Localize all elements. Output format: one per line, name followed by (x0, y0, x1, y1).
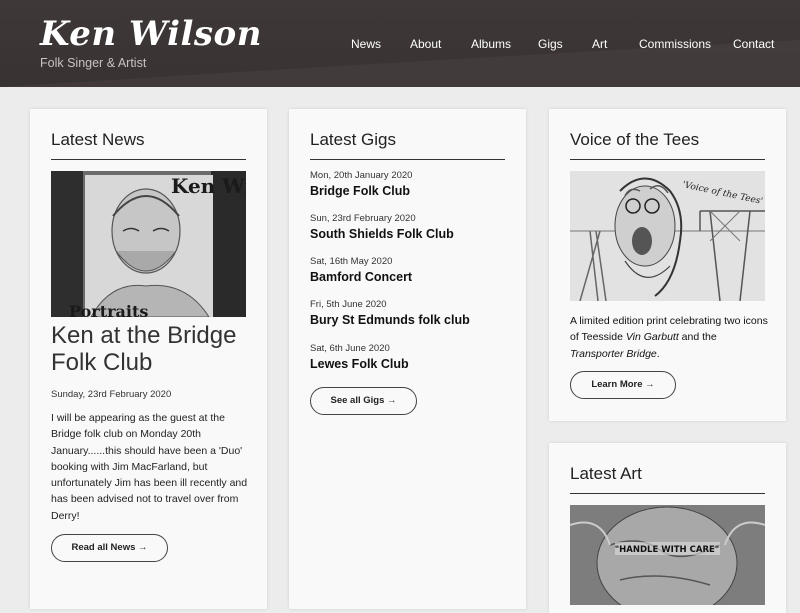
gig-item[interactable]: Sun, 23rd February 2020 South Shields Fo… (310, 213, 510, 242)
nav-contact[interactable]: Contact (733, 37, 774, 51)
voice-body-transporter-bridge: Transporter Bridge (570, 347, 657, 360)
voice-heading: Voice of the Tees (570, 130, 700, 149)
gig-item[interactable]: Mon, 20th January 2020 Bridge Folk Club (310, 170, 510, 199)
art-image-caption: "HANDLE WITH CARE" (615, 545, 719, 555)
gigs-divider (310, 159, 505, 160)
site-header: Ken Wilson Folk Singer & Artist News Abo… (0, 0, 800, 87)
gig-name[interactable]: Bridge Folk Club (310, 184, 510, 199)
voice-drawing: 'Voice of the Tees' (570, 171, 765, 301)
portrait-caption-bottom: Portraits (69, 302, 148, 317)
nav-gigs[interactable]: Gigs (538, 37, 563, 51)
gig-date: Sat, 16th May 2020 (310, 256, 393, 267)
art-heading: Latest Art (570, 464, 642, 483)
nav-commissions[interactable]: Commissions (639, 37, 711, 51)
news-body: I will be appearing as the guest at the … (51, 412, 248, 522)
gig-date: Sat, 6th June 2020 (310, 343, 390, 354)
voice-card: Voice of the Tees 'Voice of the Tees' A … (549, 109, 786, 421)
gig-item[interactable]: Fri, 5th June 2020 Bury St Edmunds folk … (310, 299, 510, 328)
news-card: Latest News Ken Wilson Portraits Ken at … (30, 109, 267, 609)
nav-albums[interactable]: Albums (471, 37, 511, 51)
main-nav: News About Albums Gigs Art Commissions C… (0, 37, 800, 53)
news-headline[interactable]: Ken at the Bridge Folk Club (51, 322, 251, 376)
portrait-drawing: Ken Wilson Portraits (51, 171, 246, 317)
gig-name[interactable]: Bamford Concert (310, 270, 510, 285)
gig-date: Fri, 5th June 2020 (310, 299, 387, 310)
learn-more-button[interactable]: Learn More → (570, 371, 676, 399)
voice-divider (570, 159, 765, 160)
gig-item[interactable]: Sat, 6th June 2020 Lewes Folk Club (310, 343, 510, 372)
gigs-card: Latest Gigs Mon, 20th January 2020 Bridg… (289, 109, 526, 609)
site-subtitle: Folk Singer & Artist (40, 56, 147, 70)
art-card: Latest Art "HANDLE WITH CARE" (549, 443, 786, 613)
see-all-gigs-button[interactable]: See all Gigs → (310, 387, 417, 415)
voice-body: A limited edition print celebrating two … (570, 313, 770, 362)
nav-about[interactable]: About (410, 37, 441, 51)
art-divider (570, 493, 765, 494)
read-all-news-button[interactable]: Read all News → (51, 534, 168, 562)
gig-date: Sun, 23rd February 2020 (310, 213, 416, 224)
gig-name[interactable]: Lewes Folk Club (310, 357, 510, 372)
news-date: Sunday, 23rd February 2020 (51, 389, 172, 400)
portrait-caption-top: Ken Wilson (171, 174, 246, 198)
voice-body-text-3: . (656, 347, 660, 360)
gig-name[interactable]: South Shields Folk Club (310, 227, 510, 242)
art-drawing: "HANDLE WITH CARE" (570, 505, 765, 605)
nav-news[interactable]: News (351, 37, 381, 51)
news-image[interactable]: Ken Wilson Portraits (51, 171, 246, 317)
voice-image[interactable]: 'Voice of the Tees' (570, 171, 765, 301)
nav-art[interactable]: Art (592, 37, 607, 51)
news-divider (51, 159, 246, 160)
gig-item[interactable]: Sat, 16th May 2020 Bamford Concert (310, 256, 510, 285)
gig-name[interactable]: Bury St Edmunds folk club (310, 313, 510, 328)
voice-body-vin-garbutt: Vin Garbutt (625, 331, 679, 344)
voice-body-text-2: and the (678, 331, 717, 344)
gig-date: Mon, 20th January 2020 (310, 170, 413, 181)
gigs-heading: Latest Gigs (310, 130, 396, 149)
art-image[interactable]: "HANDLE WITH CARE" (570, 505, 765, 605)
news-heading: Latest News (51, 130, 145, 149)
